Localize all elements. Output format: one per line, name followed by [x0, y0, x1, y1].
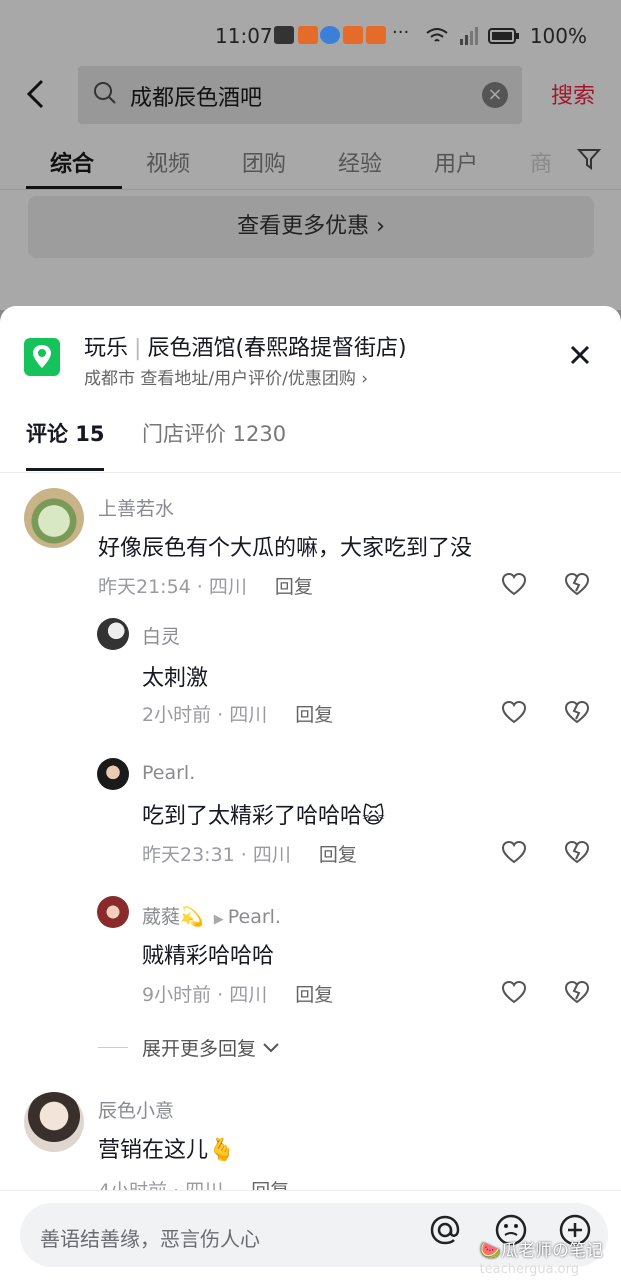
- search-tabs: 综合 视频 团购 经验 用户 商: [0, 126, 621, 190]
- comment-text: 吃到了太精彩了哈哈哈🙀: [142, 804, 385, 829]
- battery-icon: [487, 28, 519, 44]
- heart-icon[interactable]: [501, 980, 527, 1004]
- battery-level: 100%: [529, 24, 587, 48]
- heart-icon[interactable]: [501, 700, 527, 724]
- tab-products[interactable]: 商: [530, 146, 552, 178]
- tab-users[interactable]: 用户: [434, 146, 478, 178]
- comment-author[interactable]: 辰色小意: [98, 1096, 174, 1123]
- mention-icon[interactable]: [428, 1213, 462, 1247]
- avatar[interactable]: [97, 758, 129, 790]
- search-header: 成都辰色酒吧 × 搜索: [0, 64, 621, 126]
- tab-all[interactable]: 综合: [50, 146, 94, 178]
- app-notification-icon: [366, 26, 386, 44]
- comment-text: 贼精彩哈哈哈: [142, 944, 275, 969]
- comment-meta: 9小时前 · 四川 回复: [142, 980, 333, 1007]
- wifi-icon: [426, 28, 448, 42]
- comment-text: 好像辰色有个大瓜的嘛，大家吃到了没: [98, 536, 473, 561]
- comment-item: 上善若水 好像辰色有个大瓜的嘛，大家吃到了没 昨天21:54 · 四川 回复: [0, 486, 621, 606]
- reply-arrow-icon: ▶: [213, 912, 224, 927]
- reply-button[interactable]: 回复: [295, 984, 333, 1006]
- comment-author[interactable]: Pearl.: [142, 762, 195, 784]
- tab-group-buy[interactable]: 团购: [242, 146, 286, 178]
- location-pin-icon: [24, 338, 60, 376]
- shop-category: 玩乐: [84, 336, 129, 361]
- avatar[interactable]: [24, 1092, 84, 1152]
- reply-item: 葳蕤💫 ▶ Pearl. 贼精彩哈哈哈 9小时前 · 四川 回复: [0, 896, 621, 1016]
- active-tab-indicator: [26, 186, 122, 189]
- comment-author[interactable]: 白灵: [142, 622, 180, 649]
- tab-video[interactable]: 视频: [146, 146, 190, 178]
- app-notification-icon: [274, 26, 294, 44]
- comment-time: 2小时前 · 四川: [142, 704, 268, 726]
- comment-author[interactable]: 上善若水: [98, 494, 174, 521]
- comment-sheet: 玩乐 | 辰色酒馆(春熙路提督街店) 成都市 查看地址/用户评价/优惠团购 › 评论…: [0, 306, 621, 1280]
- search-query: 成都辰色酒吧: [130, 86, 263, 111]
- app-notification-icon: [343, 26, 363, 44]
- reply-button[interactable]: 回复: [319, 844, 357, 866]
- comment-meta: 昨天21:54 · 四川 回复: [98, 572, 313, 599]
- shop-name: 辰色酒馆(春熙路提督街店): [147, 336, 407, 361]
- shop-subtitle-link[interactable]: 成都市 查看地址/用户评价/优惠团购 ›: [84, 364, 368, 389]
- search-icon: [94, 82, 116, 104]
- avatar[interactable]: [24, 488, 84, 548]
- app-notification-icon: [298, 26, 318, 44]
- reply-item: Pearl. 吃到了太精彩了哈哈哈🙀 昨天23:31 · 四川 回复: [0, 756, 621, 876]
- comment-meta: 昨天23:31 · 四川 回复: [142, 840, 357, 867]
- search-button[interactable]: 搜索: [551, 78, 595, 110]
- chevron-down-icon: [263, 1042, 279, 1052]
- back-button[interactable]: [24, 78, 46, 114]
- active-comment-tab-indicator: [26, 468, 104, 471]
- signal-icon: [459, 27, 478, 45]
- comment-text: 太刺激: [142, 666, 209, 691]
- avatar[interactable]: [97, 896, 129, 928]
- close-button[interactable]: [569, 330, 591, 374]
- filter-icon[interactable]: [577, 146, 603, 172]
- divider: [98, 1047, 128, 1048]
- tab-store-reviews[interactable]: 门店评价 1230: [142, 418, 286, 448]
- tab-comments[interactable]: 评论 15: [26, 418, 105, 448]
- watermark-url: teachergua.org: [479, 1262, 579, 1277]
- expand-more-replies[interactable]: 展开更多回复: [98, 1034, 280, 1061]
- broken-heart-icon[interactable]: [564, 980, 590, 1004]
- comment-time: 昨天23:31 · 四川: [142, 844, 291, 866]
- comment-text: 营销在这儿🫰: [98, 1138, 236, 1163]
- expand-label: 展开更多回复: [142, 1038, 257, 1060]
- watermark: 🍉瓜老师の笔记: [479, 1241, 603, 1261]
- more-notifications: ···: [392, 22, 410, 43]
- comment-meta: 2小时前 · 四川 回复: [142, 700, 333, 727]
- search-input[interactable]: 成都辰色酒吧 ×: [78, 66, 522, 124]
- heart-icon[interactable]: [501, 572, 527, 596]
- background-content: 查看更多优惠 ›: [0, 190, 621, 310]
- tab-experience[interactable]: 经验: [338, 146, 382, 178]
- close-icon: [570, 345, 590, 365]
- reply-item: 白灵 太刺激 2小时前 · 四川 回复: [0, 616, 621, 736]
- reply-to-name[interactable]: Pearl.: [228, 906, 281, 928]
- more-deals-button[interactable]: 查看更多优惠 ›: [28, 196, 594, 258]
- divider: [0, 472, 621, 473]
- comment-time: 9小时前 · 四川: [142, 984, 268, 1006]
- comment-author-name: 葳蕤💫: [142, 906, 204, 928]
- broken-heart-icon[interactable]: [564, 572, 590, 596]
- status-bar: 11:07 ··· 100%: [0, 0, 621, 64]
- broken-heart-icon[interactable]: [564, 700, 590, 724]
- avatar[interactable]: [97, 618, 129, 650]
- chevron-left-icon: [26, 79, 44, 109]
- status-time: 11:07: [215, 24, 273, 48]
- shop-title[interactable]: 玩乐 | 辰色酒馆(春熙路提督街店): [84, 330, 407, 362]
- comment-author[interactable]: 葳蕤💫 ▶ Pearl.: [142, 902, 281, 929]
- reply-button[interactable]: 回复: [295, 704, 333, 726]
- browser-notification-icon: [320, 26, 340, 44]
- comment-time: 昨天21:54 · 四川: [98, 576, 247, 598]
- heart-icon[interactable]: [501, 840, 527, 864]
- reply-button[interactable]: 回复: [275, 576, 313, 598]
- comment-input-placeholder: 善语结善缘，恶言伤人心: [40, 1227, 260, 1251]
- clear-icon[interactable]: ×: [482, 82, 508, 108]
- broken-heart-icon[interactable]: [564, 840, 590, 864]
